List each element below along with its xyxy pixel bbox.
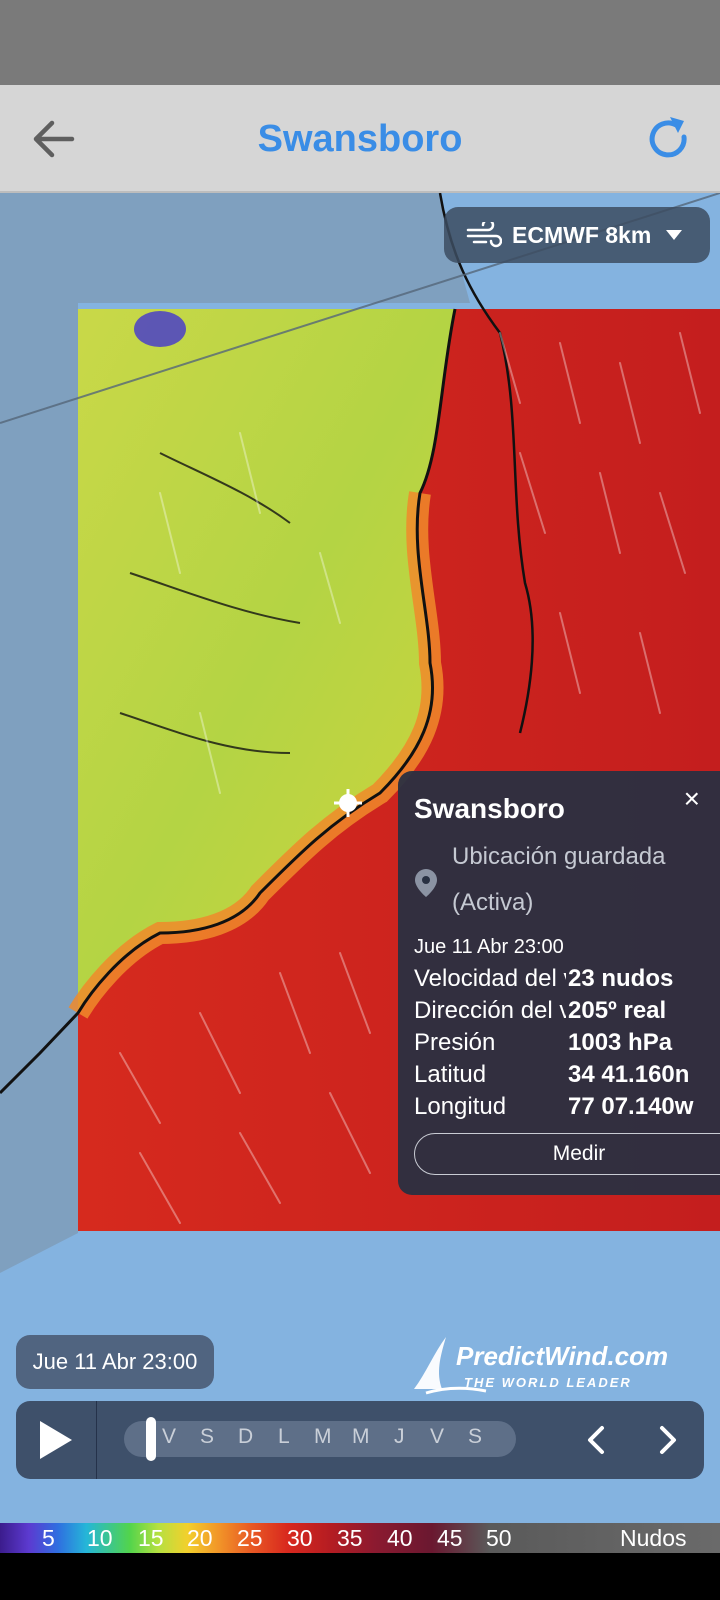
row-value: 23 nudos [568, 965, 674, 992]
day-label: D [238, 1425, 254, 1448]
row-label: Dirección del viento [414, 997, 566, 1024]
wind-speed-legend: 5 10 15 20 25 30 35 40 45 50 Nudos [0, 1523, 720, 1553]
logo-tagline: THE WORLD LEADER [464, 1375, 632, 1390]
timeline-thumb[interactable] [146, 1417, 156, 1461]
system-nav-bar [0, 1553, 720, 1600]
predictwind-logo: PredictWind.com THE WORLD LEADER [406, 1333, 696, 1397]
next-button[interactable] [640, 1413, 694, 1467]
refresh-button[interactable] [640, 111, 696, 167]
previous-button[interactable] [570, 1413, 624, 1467]
timeline-slider[interactable]: V S D L M M J V S [124, 1417, 516, 1461]
logo-title: PredictWind.com [456, 1341, 668, 1371]
model-label: ECMWF 8km [512, 221, 652, 248]
row-label: Latitud [414, 1061, 487, 1088]
model-selector[interactable]: ECMWF 8km [444, 207, 710, 263]
legend-unit: Nudos [620, 1525, 687, 1551]
row-label: Presión [414, 1029, 496, 1056]
close-icon[interactable]: × [684, 783, 700, 815]
row-value: 34 41.160n [568, 1061, 690, 1088]
day-label: V [162, 1425, 177, 1448]
current-time-chip: Jue 11 Abr 23:00 [16, 1335, 214, 1389]
wind-speed-row: Velocidad del viento 23 nudos [414, 965, 720, 995]
legend-tick: 25 [237, 1525, 263, 1551]
latitude-row: Latitud 34 41.160n [414, 1061, 720, 1091]
legend-tick: 20 [187, 1525, 213, 1551]
wind-icon [466, 222, 502, 248]
row-label: Longitud [414, 1093, 507, 1120]
wind-direction-row: Dirección del viento 205º real [414, 997, 720, 1027]
day-label: J [394, 1425, 405, 1448]
day-label: M [352, 1425, 370, 1448]
row-label: Velocidad del viento [414, 965, 566, 992]
legend-tick: 40 [387, 1525, 413, 1551]
logo-graphic: PredictWind.com THE WORLD LEADER [414, 1337, 668, 1395]
legend-tick: 35 [337, 1525, 363, 1551]
row-value: 205º real [568, 997, 667, 1024]
saved-location-status: (Activa) [452, 889, 534, 916]
saved-location-label: Ubicación guardada [452, 843, 666, 870]
chevron-right-icon [660, 1426, 676, 1454]
divider [96, 1401, 97, 1479]
day-label: S [200, 1425, 215, 1448]
day-label: V [430, 1425, 445, 1448]
popup-title: Swansboro [414, 793, 565, 824]
legend-tick: 50 [486, 1525, 512, 1551]
legend-tick: 10 [87, 1525, 113, 1551]
day-label: M [314, 1425, 332, 1448]
play-icon [40, 1421, 72, 1459]
chevron-left-icon [588, 1426, 604, 1454]
row-value: 1003 hPa [568, 1029, 673, 1056]
legend-tick: 45 [437, 1525, 463, 1551]
playback-controls: V S D L M M J V S [16, 1401, 704, 1479]
caret-down-icon [666, 230, 683, 240]
page-title: Swansboro [257, 118, 463, 160]
longitude-row: Longitud 77 07.140w [414, 1093, 720, 1123]
day-label: L [278, 1425, 290, 1448]
play-button[interactable] [16, 1401, 96, 1479]
measure-button[interactable]: Medir [414, 1133, 720, 1175]
row-value: 77 07.140w [568, 1093, 694, 1120]
popup-datetime: Jue 11 Abr 23:00 [414, 936, 564, 958]
pressure-row: Presión 1003 hPa [414, 1029, 720, 1059]
day-label: S [468, 1425, 483, 1448]
legend-tick: 30 [287, 1525, 313, 1551]
map-pin-icon [415, 869, 437, 897]
location-popup: × Swansboro Ubicación guardada (Activa) … [398, 771, 720, 1195]
refresh-icon [649, 117, 687, 158]
header: Swansboro [0, 85, 720, 193]
status-bar [0, 0, 720, 85]
wind-map[interactable]: ECMWF 8km × Swansboro Ubicación guardada… [0, 193, 720, 1523]
legend-tick: 5 [42, 1525, 55, 1551]
legend-tick: 15 [138, 1525, 164, 1551]
